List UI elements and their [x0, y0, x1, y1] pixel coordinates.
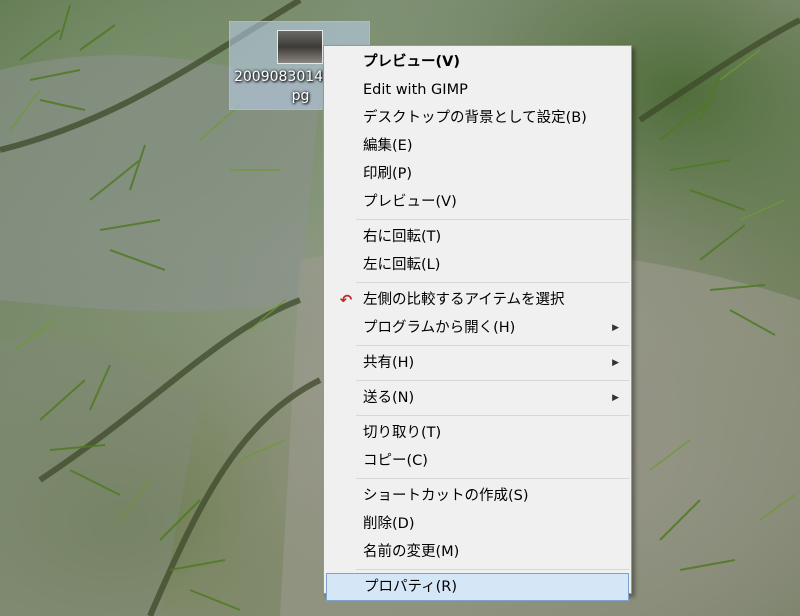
menu-separator [356, 380, 629, 381]
menu-item[interactable]: 送る(N) ▶ [326, 384, 629, 412]
menu-item[interactable]: ショートカットの作成(S) [326, 482, 629, 510]
menu-item[interactable]: デスクトップの背景として設定(B) [326, 104, 629, 132]
menu-item-label: 印刷(P) [363, 166, 413, 182]
menu-item[interactable]: プレビュー(V) [326, 188, 629, 216]
menu-item-label: 削除(D) [363, 516, 415, 532]
menu-item-label: ショートカットの作成(S) [363, 488, 529, 504]
menu-item-label: 右に回転(T) [363, 229, 442, 245]
menu-separator [356, 415, 629, 416]
menu-separator [356, 282, 629, 283]
menu-item[interactable]: Edit with GIMP [326, 76, 629, 104]
menu-item-label: コピー(C) [363, 453, 428, 469]
menu-separator [356, 569, 629, 570]
menu-item[interactable]: 共有(H) ▶ [326, 349, 629, 377]
menu-item-label: Edit with GIMP [363, 82, 468, 98]
menu-item-label: 共有(H) [363, 355, 415, 371]
menu-item[interactable]: プレビュー(V) [326, 48, 629, 76]
menu-item[interactable]: 切り取り(T) [326, 419, 629, 447]
menu-item-label: デスクトップの背景として設定(B) [363, 110, 587, 126]
submenu-arrow-icon: ▶ [612, 393, 619, 403]
submenu-arrow-icon: ▶ [612, 323, 619, 333]
menu-item[interactable]: 名前の変更(M) [326, 538, 629, 566]
menu-item[interactable]: プロパティ(R) [326, 573, 629, 601]
menu-item-label: 切り取り(T) [363, 425, 442, 441]
menu-item-label: プレビュー(V) [363, 194, 457, 210]
image-thumbnail-icon [277, 30, 323, 64]
menu-item[interactable]: 削除(D) [326, 510, 629, 538]
menu-item[interactable]: プログラムから開く(H) ▶ [326, 314, 629, 342]
menu-item-label: プロパティ(R) [364, 579, 458, 595]
desktop[interactable]: 20090830145108.jpg プレビュー(V) Edit with GIM… [0, 0, 800, 616]
menu-item[interactable]: 編集(E) [326, 132, 629, 160]
menu-separator [356, 478, 629, 479]
menu-item[interactable]: コピー(C) [326, 447, 629, 475]
menu-item-label: プレビュー(V) [363, 54, 460, 70]
menu-item-label: 名前の変更(M) [363, 544, 460, 560]
menu-item-label: 送る(N) [363, 390, 415, 406]
menu-item[interactable]: 印刷(P) [326, 160, 629, 188]
compare-arrow-icon: ↶ [339, 291, 353, 309]
context-menu[interactable]: プレビュー(V) Edit with GIMP デスクトップの背景として設定(B) 編… [323, 45, 632, 601]
menu-item[interactable]: 左に回転(L) [326, 251, 629, 279]
menu-item[interactable]: ↶ 左側の比較するアイテムを選択 [326, 286, 629, 314]
menu-separator [356, 345, 629, 346]
menu-item-label: 左側の比較するアイテムを選択 [363, 292, 565, 308]
menu-item[interactable]: 右に回転(T) [326, 223, 629, 251]
menu-item-label: 編集(E) [363, 138, 413, 154]
submenu-arrow-icon: ▶ [612, 358, 619, 368]
menu-item-label: 左に回転(L) [363, 257, 441, 273]
menu-item-label: プログラムから開く(H) [363, 320, 516, 336]
menu-separator [356, 219, 629, 220]
